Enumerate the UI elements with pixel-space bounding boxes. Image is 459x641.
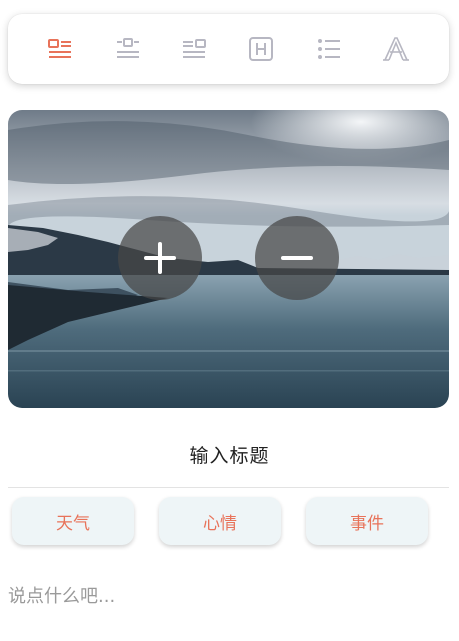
image-left-text-icon (48, 39, 71, 58)
minus-icon (281, 256, 313, 260)
tag-weather[interactable]: 天气 (12, 497, 134, 545)
divider (8, 487, 449, 488)
list-icon (318, 39, 340, 59)
image-center-text-button[interactable] (114, 35, 142, 63)
plus-icon (144, 242, 176, 274)
post-title[interactable]: 输入标题 (0, 441, 459, 468)
list-button[interactable] (315, 35, 343, 63)
font-style-icon (383, 37, 409, 61)
zoom-in-button[interactable] (118, 216, 202, 300)
tag-mood[interactable]: 心情 (159, 497, 281, 545)
note-input[interactable] (8, 581, 449, 611)
image-right-text-button[interactable] (180, 35, 208, 63)
image-right-text-icon (183, 39, 206, 58)
font-style-button[interactable] (382, 35, 410, 63)
heading-icon (249, 37, 273, 61)
image-center-text-icon (117, 38, 139, 58)
layout-toolbar (8, 14, 449, 84)
cover-photo[interactable] (8, 110, 449, 408)
zoom-out-button[interactable] (255, 216, 339, 300)
image-left-text-button[interactable] (46, 35, 74, 63)
heading-button[interactable] (247, 35, 275, 63)
lake-landscape-image (8, 110, 449, 408)
tag-event[interactable]: 事件 (306, 497, 428, 545)
